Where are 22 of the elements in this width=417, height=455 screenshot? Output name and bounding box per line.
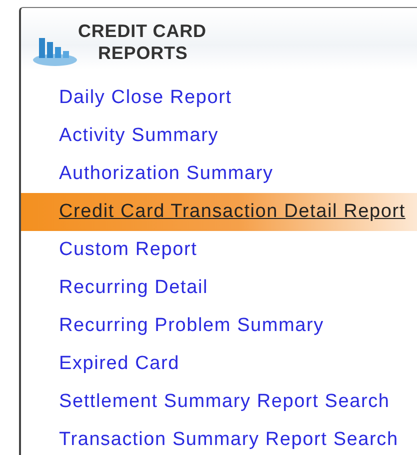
panel-title: CREDIT CARD (78, 20, 206, 42)
report-link[interactable]: Settlement Summary Report Search (59, 391, 390, 413)
report-link[interactable]: Recurring Detail (59, 277, 208, 299)
panel-title: REPORTS (97, 42, 189, 64)
menu-row[interactable]: Daily Close Report (21, 79, 417, 117)
menu-row[interactable]: Authorization Summary (21, 155, 417, 193)
report-link[interactable]: Expired Card (59, 353, 180, 375)
report-link[interactable]: Custom Report (59, 239, 198, 261)
menu-row[interactable]: Expired Card (21, 345, 417, 383)
menu-row[interactable]: Recurring Detail (21, 269, 417, 307)
menu-row[interactable]: Transaction Summary Report Search (21, 421, 417, 455)
report-link[interactable]: Authorization Summary (59, 163, 274, 185)
report-link[interactable]: Activity Summary (59, 125, 219, 147)
menu-row[interactable]: Custom Report (21, 231, 417, 269)
menu-row[interactable]: Recurring Problem Summary (21, 307, 417, 345)
selected-menu-row[interactable]: Credit Card Transaction Detail Report (21, 193, 417, 231)
report-link[interactable]: Credit Card Transaction Detail Report (59, 201, 406, 223)
report-link[interactable]: Daily Close Report (59, 87, 232, 109)
report-link[interactable]: Transaction Summary Report Search (59, 429, 398, 451)
menu-row[interactable]: Activity Summary (21, 117, 417, 155)
menu-row[interactable]: Settlement Summary Report Search (21, 383, 417, 421)
report-link[interactable]: Recurring Problem Summary (59, 315, 324, 337)
